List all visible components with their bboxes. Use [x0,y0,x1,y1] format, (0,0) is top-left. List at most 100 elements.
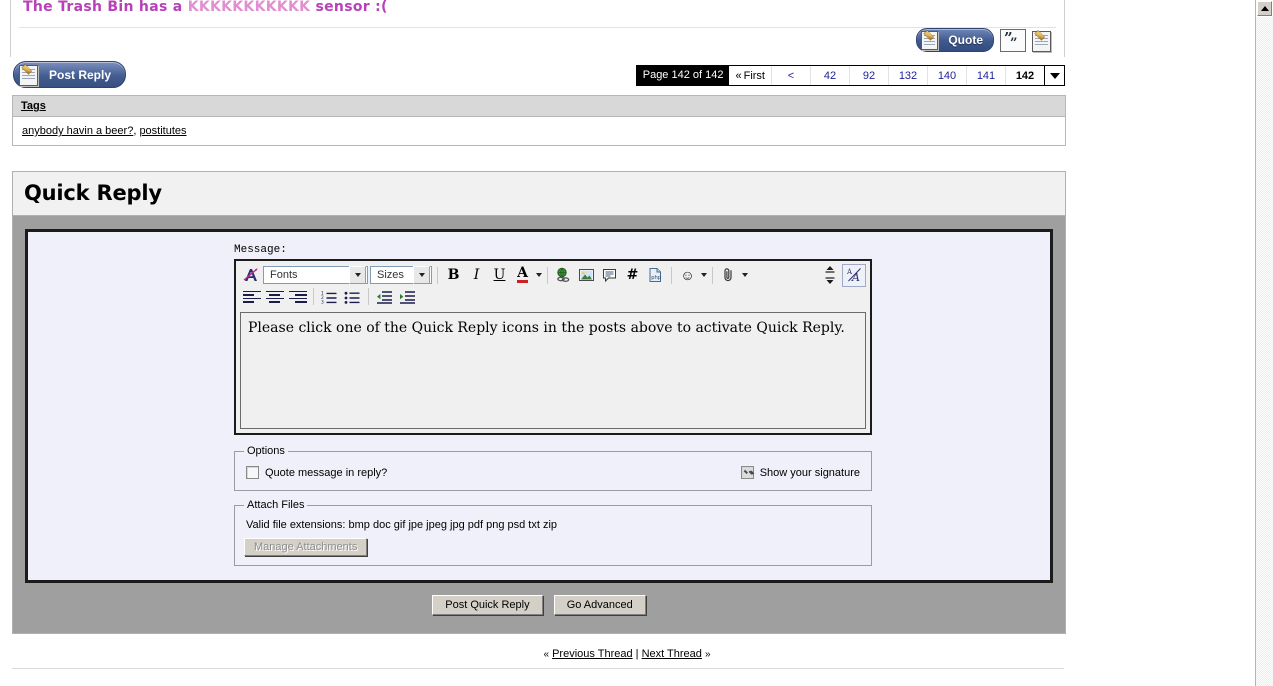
outdent-icon[interactable] [374,287,395,307]
font-color-chevron-down-icon[interactable] [536,273,542,277]
signature-segment-1: The Trash Bin has a [23,0,188,15]
pagination-prev[interactable]: < [772,66,811,85]
scroll-up-arrow-icon[interactable] [1257,1,1272,16]
signature-segment-3: sensor :( [310,0,388,15]
page-title: Quick Reply [24,181,162,205]
quote-button[interactable]: Quote [916,28,994,52]
editor-toolbar: Fonts Sizes B I U A # php ☺ A A 1 2 3 [236,261,870,309]
options-fieldset: Options Quote message in reply? Show you… [234,445,872,491]
message-label: Message: [234,244,287,256]
attachment-chevron-down-icon[interactable] [742,273,748,277]
chevron-down-icon[interactable] [1044,66,1064,85]
align-left-icon[interactable] [241,287,262,307]
pagination: Page 142 of 142 « First < 42 92 132 140 … [635,65,1065,86]
show-signature-box[interactable] [740,466,754,479]
font-family-select[interactable]: Fonts [263,266,368,284]
quick-reply-body: Message: Fonts Sizes B I U A # php ☺ A A… [13,216,1065,633]
attachment-paperclip-icon[interactable] [718,265,739,285]
font-color-label: A [517,265,528,283]
pagination-page-132[interactable]: 132 [889,66,928,85]
smilie-chevron-down-icon[interactable] [701,273,707,277]
font-family-chevron-down-icon[interactable] [349,266,366,284]
thread-navigation: « Previous Thread | Next Thread » [0,648,1254,660]
svg-text:php: php [651,275,662,281]
align-right-icon[interactable] [287,287,308,307]
font-color-button[interactable]: A [512,265,533,285]
post-reply-button[interactable]: Post Reply [13,61,127,88]
quote-in-reply-label: Quote message in reply? [265,466,388,479]
align-center-icon[interactable] [264,287,285,307]
prev-thread-chevron: « [543,649,550,660]
ordered-list-icon[interactable]: 123 [319,287,340,307]
scrollbar-track[interactable] [1256,17,1273,686]
message-editor: Fonts Sizes B I U A # php ☺ A A 1 2 3 Pl… [234,259,872,435]
pagination-page-140[interactable]: 140 [928,66,967,85]
pagination-current-label: Page 142 of 142 [636,66,730,85]
insert-php-icon[interactable]: php [645,265,666,285]
indent-icon[interactable] [397,287,418,307]
previous-thread-link[interactable]: Previous Thread [552,648,633,660]
tags-heading: Tags [21,100,46,112]
italic-button[interactable]: I [466,265,487,285]
insert-image-icon[interactable] [576,265,597,285]
post-action-icons: Quote ”” [916,28,1056,52]
multiquote-icon[interactable]: ”” [1000,28,1026,52]
svg-text:3: 3 [321,299,324,303]
tag-link-2[interactable]: postitutes [139,125,186,137]
unordered-list-icon[interactable] [342,287,363,307]
post-reply-label: Post Reply [49,67,112,82]
pagination-first-label: First [743,69,765,82]
go-advanced-button[interactable]: Go Advanced [553,595,646,615]
signature-text: The Trash Bin has a KKKKKKKKKKK sensor :… [23,0,388,15]
editor-toolbar-row-1: Fonts Sizes B I U A # php ☺ A A [240,263,866,287]
signature-segment-2: KKKKKKKKKKK [187,0,311,15]
post-signature-area: The Trash Bin has a KKKKKKKKKKK sensor :… [10,0,1065,57]
tags-list: anybody havin a beer?, postitutes [13,117,1065,145]
pagination-page-42[interactable]: 42 [811,66,850,85]
quick-reply-form: Message: Fonts Sizes B I U A # php ☺ A A… [25,229,1053,583]
attach-files-fieldset: Attach Files Valid file extensions: bmp … [234,499,872,566]
underline-button[interactable]: U [489,265,510,285]
smilie-icon[interactable]: ☺ [677,265,698,285]
font-size-select[interactable]: Sizes [370,266,432,284]
resize-editor-icon[interactable] [819,265,840,285]
show-signature-label: Show your signature [759,466,860,479]
message-textarea[interactable]: Please click one of the Quick Reply icon… [240,312,866,429]
pagination-page-141[interactable]: 141 [967,66,1006,85]
post-reply-paper-pencil-icon [19,63,43,86]
next-thread-link[interactable]: Next Thread [642,648,702,660]
tags-header: Tags [13,96,1065,117]
show-signature-checkbox[interactable]: Show your signature [740,466,860,479]
thread-nav-divider: | [635,648,639,660]
quote-paper-pencil-icon [921,30,943,50]
window-scrollbar[interactable] [1255,0,1273,686]
bold-button[interactable]: B [443,265,464,285]
font-size-chevron-down-icon[interactable] [413,266,430,284]
insert-link-icon[interactable] [553,265,574,285]
pagination-first[interactable]: « First [729,66,772,85]
signature-divider [19,27,1056,28]
tags-panel: Tags anybody havin a beer?, postitutes [12,95,1066,146]
options-legend: Options [247,445,285,457]
quick-reply-paper-pencil-icon[interactable] [1032,29,1056,52]
valid-extensions-text: Valid file extensions: bmp doc gif jpe j… [246,519,558,531]
toggle-wysiwyg-icon[interactable]: AA [842,263,866,287]
insert-code-icon[interactable]: # [622,265,643,285]
pagination-page-92[interactable]: 92 [850,66,889,85]
pagination-page-current: 142 [1015,69,1035,82]
post-quick-reply-button[interactable]: Post Quick Reply [432,595,543,615]
quote-in-reply-box[interactable] [246,466,259,479]
quote-button-label: Quote [948,33,983,47]
options-row: Quote message in reply? Show your signat… [244,461,862,481]
insert-quote-icon[interactable] [599,265,620,285]
remove-formatting-icon[interactable] [240,265,261,285]
tag-link-1[interactable]: anybody havin a beer? [22,125,133,137]
quick-reply-header: Quick Reply [13,172,1065,216]
content-column: The Trash Bin has a KKKKKKKKKKK sensor :… [0,0,1254,686]
manage-attachments-button[interactable]: Manage Attachments [244,538,368,556]
footer-divider [12,668,1064,669]
quote-in-reply-checkbox[interactable]: Quote message in reply? [246,466,387,479]
quick-reply-panel: Quick Reply Message: Fonts Sizes B I U A… [12,171,1066,634]
quick-reply-actions: Post Quick Reply Go Advanced [25,583,1053,617]
pagination-first-chevron: « [735,69,742,82]
